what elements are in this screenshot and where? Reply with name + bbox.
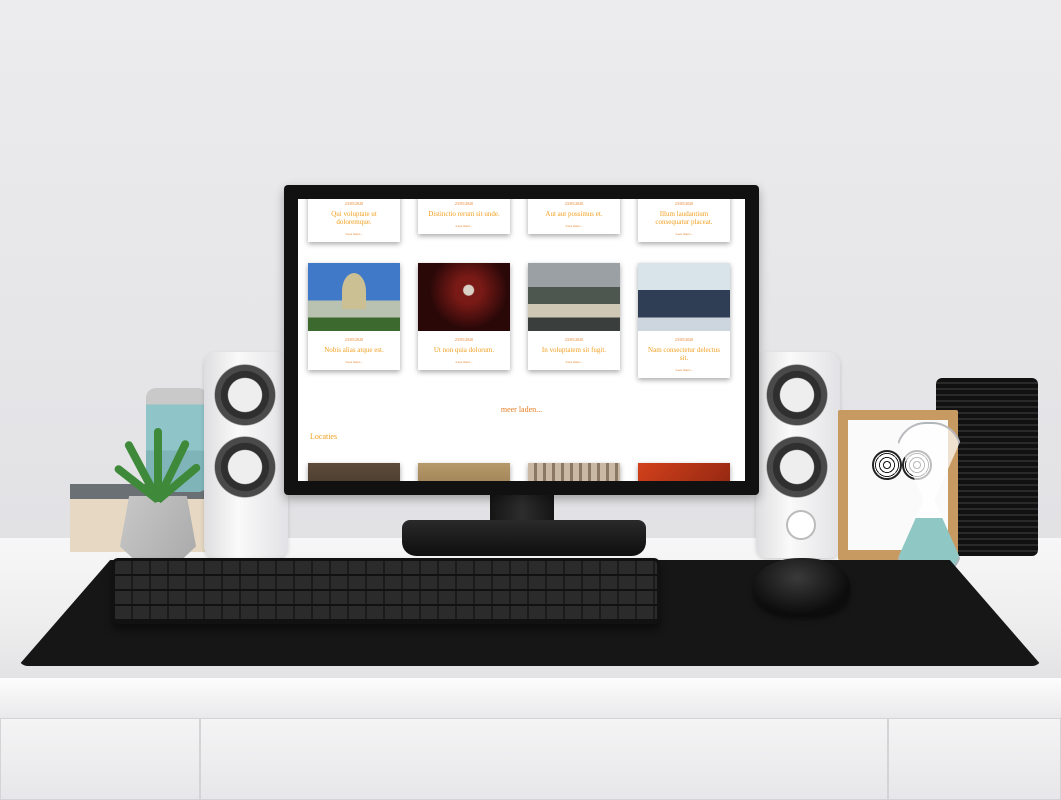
card-date: 23/05/2020 [564, 337, 584, 342]
news-card[interactable]: 23/05/2020 In voluptatem sit fugit. Lees… [528, 263, 620, 370]
read-more-link[interactable]: Lees meer... [418, 224, 510, 234]
read-more-link[interactable]: Lees meer... [308, 360, 400, 370]
load-more-link[interactable]: meer laden... [298, 405, 745, 414]
card-title: Ut non quia dolorum. [433, 346, 495, 354]
computer-mouse[interactable] [754, 558, 850, 614]
speaker-left [204, 352, 288, 558]
read-more-link[interactable]: Lees meer... [638, 232, 730, 242]
read-more-link[interactable]: Lees meer... [418, 360, 510, 370]
news-card[interactable]: 23/05/2020 Nobis alias atque est. Lees m… [308, 263, 400, 370]
news-card[interactable]: 23/05/2020 Nam consectetur delectus sit.… [638, 263, 730, 378]
card-date: 23/05/2020 [674, 337, 694, 342]
speaker-driver-top [214, 364, 276, 426]
speaker-driver-top [766, 364, 828, 426]
news-card[interactable]: 23/05/2020 Illum laudantium consequatur … [638, 199, 730, 242]
read-more-link[interactable]: Lees meer... [528, 224, 620, 234]
speaker-driver-bottom [214, 436, 276, 498]
location-card[interactable] [528, 463, 620, 481]
desk-edge [0, 678, 1061, 719]
read-more-link[interactable]: Lees meer... [638, 368, 730, 378]
drawer-left [0, 718, 200, 800]
card-title: Illum laudantium consequatur placeat. [655, 210, 713, 226]
card-title: Aut aut possimus et. [545, 210, 603, 218]
news-card[interactable]: 23/05/2020 Distinctio rerum sit unde. Le… [418, 199, 510, 234]
location-card[interactable] [418, 463, 510, 481]
keyboard[interactable] [112, 558, 660, 624]
drawer-middle [200, 718, 888, 800]
card-date: 23/05/2020 [674, 201, 694, 206]
card-image[interactable] [638, 463, 730, 481]
card-image[interactable] [418, 263, 510, 331]
card-image[interactable] [308, 263, 400, 331]
card-title: Qui voluptate ut doloremque. [331, 210, 377, 226]
volume-knob[interactable] [786, 510, 816, 540]
card-date: 23/05/2020 [454, 337, 474, 342]
card-date: 23/05/2020 [454, 201, 474, 206]
news-card[interactable]: 23/05/2020 Ut non quia dolorum. Lees mee… [418, 263, 510, 370]
card-title: Nobis alias atque est. [324, 346, 384, 354]
card-image[interactable] [308, 463, 400, 481]
location-card[interactable] [638, 463, 730, 481]
card-date: 23/05/2020 [344, 337, 364, 342]
owl-eye-icon [872, 450, 902, 480]
card-date: 23/05/2020 [564, 201, 584, 206]
card-image[interactable] [418, 463, 510, 481]
card-title: Distinctio rerum sit unde. [428, 210, 500, 218]
card-date: 23/05/2020 [344, 201, 364, 206]
card-image[interactable] [528, 263, 620, 331]
monitor-screen: 23/05/2020 Qui voluptate ut doloremque. … [298, 199, 745, 481]
section-title: Locaties [310, 432, 338, 441]
monitor: 23/05/2020 Qui voluptate ut doloremque. … [284, 185, 759, 495]
card-title: In voluptatem sit fugit. [541, 346, 607, 354]
location-card[interactable] [308, 463, 400, 481]
card-image[interactable] [528, 463, 620, 481]
plant-leaves [112, 420, 202, 504]
drawer-right [888, 718, 1061, 800]
speaker-right [756, 352, 840, 558]
read-more-link[interactable]: Lees meer... [308, 232, 400, 242]
card-title: Nam consectetur delectus sit. [648, 346, 720, 362]
monitor-stand-base [402, 520, 646, 556]
news-card[interactable]: 23/05/2020 Aut aut possimus et. Lees mee… [528, 199, 620, 234]
speaker-driver-bottom [766, 436, 828, 498]
read-more-link[interactable]: Lees meer... [528, 360, 620, 370]
card-image[interactable] [638, 263, 730, 331]
news-card[interactable]: 23/05/2020 Qui voluptate ut doloremque. … [308, 199, 400, 242]
